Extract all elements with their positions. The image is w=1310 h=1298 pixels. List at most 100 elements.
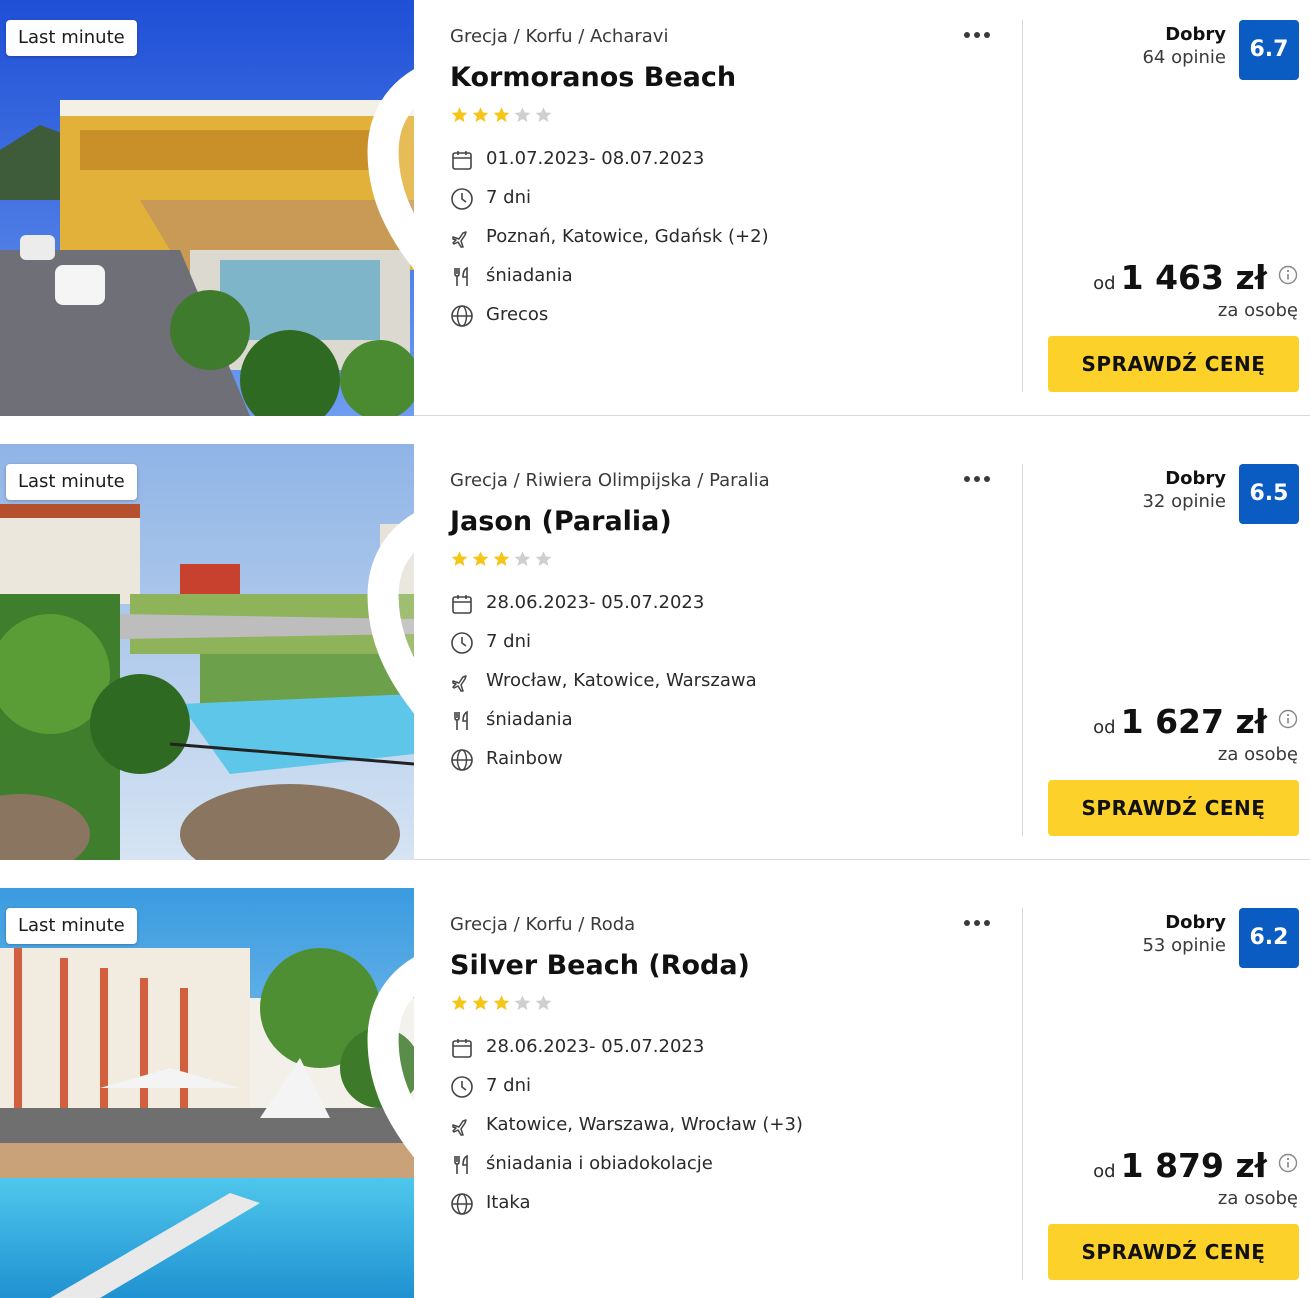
calendar-icon [452, 151, 472, 170]
price-amount: 1 463 zł [1120, 258, 1267, 297]
star-filled-icon [451, 995, 468, 1011]
price-block: od 1 463 zł [1093, 258, 1298, 297]
price-unit: za osobę [1217, 300, 1298, 321]
calendar-icon [452, 595, 472, 614]
star-rating [450, 994, 555, 1014]
info-icon[interactable] [1278, 709, 1298, 729]
check-price-button[interactable]: SPRAWDŹ CENĘ [1048, 780, 1299, 836]
clock-icon [451, 632, 473, 654]
check-price-button[interactable]: SPRAWDŹ CENĘ [1048, 336, 1299, 392]
price-prefix: od [1093, 717, 1116, 738]
star-empty-icon [535, 551, 552, 567]
price-block: od 1 879 zł [1093, 1146, 1298, 1185]
star-empty-icon [514, 995, 531, 1011]
airports-text[interactable]: Katowice, Warszawa, Wrocław (+3) [486, 1114, 803, 1135]
more-dots-icon[interactable] [964, 468, 998, 492]
rating-block: Dobry 64 opinie [1142, 24, 1226, 68]
hotel-name[interactable]: Jason (Paralia) [450, 506, 672, 537]
board-text: śniadania i obiadokolacje [486, 1153, 713, 1174]
plane-icon [452, 1119, 467, 1136]
price-unit: za osobę [1217, 744, 1298, 765]
operator-text: Itaka [486, 1192, 531, 1213]
star-filled-icon [451, 107, 468, 123]
rating-block: Dobry 32 opinie [1142, 468, 1226, 512]
airports-text[interactable]: Poznań, Katowice, Gdańsk (+2) [486, 226, 769, 247]
rating-label: Dobry [1165, 468, 1226, 489]
airports-text[interactable]: Wrocław, Katowice, Warszawa [486, 670, 757, 691]
rating-label: Dobry [1165, 912, 1226, 933]
price-prefix: od [1093, 1161, 1116, 1182]
hotel-photo[interactable]: Last minute [0, 888, 414, 1298]
hotel-photo[interactable]: Last minute [0, 0, 414, 416]
cutlery-icon [454, 266, 468, 286]
last-minute-badge: Last minute [6, 908, 137, 944]
heart-icon[interactable] [352, 16, 414, 416]
star-empty-icon [535, 107, 552, 123]
dates-text: 28.06.2023- 05.07.2023 [486, 1036, 705, 1057]
score-badge: 6.2 [1239, 908, 1299, 968]
star-filled-icon [493, 107, 510, 123]
more-dots-icon[interactable] [964, 24, 998, 48]
offer-info: Grecja / Korfu / Acharavi Kormoranos Bea… [450, 0, 1010, 416]
divider [1022, 908, 1023, 1280]
heart-icon[interactable] [352, 460, 414, 860]
breadcrumb[interactable]: Grecja / Korfu / Roda [450, 914, 635, 935]
price-block: od 1 627 zł [1093, 702, 1298, 741]
cutlery-icon [454, 710, 468, 730]
last-minute-badge: Last minute [6, 20, 137, 56]
globe-icon [451, 749, 473, 771]
breadcrumb[interactable]: Grecja / Riwiera Olimpijska / Paralia [450, 470, 770, 491]
info-icon[interactable] [1278, 265, 1298, 285]
board-text: śniadania [486, 709, 573, 730]
calendar-icon [452, 1039, 472, 1058]
star-filled-icon [472, 551, 489, 567]
more-dots-icon[interactable] [964, 912, 998, 936]
heart-icon[interactable] [352, 904, 414, 1298]
offer-info: Grecja / Riwiera Olimpijska / Paralia Ja… [450, 444, 1010, 860]
star-filled-icon [451, 551, 468, 567]
duration-text: 7 dni [486, 187, 532, 208]
star-rating [450, 106, 555, 126]
reviews-count[interactable]: 64 opinie [1142, 47, 1226, 68]
hotel-photo[interactable]: Last minute [0, 444, 414, 860]
last-minute-badge: Last minute [6, 464, 137, 500]
check-price-button[interactable]: SPRAWDŹ CENĘ [1048, 1224, 1299, 1280]
price-unit: za osobę [1217, 1188, 1298, 1209]
star-rating [450, 550, 555, 570]
cutlery-icon [454, 1154, 468, 1174]
score-badge: 6.5 [1239, 464, 1299, 524]
offer-info: Grecja / Korfu / Roda Silver Beach (Roda… [450, 888, 1010, 1298]
clock-icon [451, 188, 473, 210]
hotel-name[interactable]: Kormoranos Beach [450, 62, 736, 93]
divider [1022, 20, 1023, 392]
offer-card[interactable]: Last minute Grecja / Korfu / Acharavi Ko… [0, 0, 1310, 416]
score-badge: 6.7 [1239, 20, 1299, 80]
breadcrumb[interactable]: Grecja / Korfu / Acharavi [450, 26, 668, 47]
rating-block: Dobry 53 opinie [1142, 912, 1226, 956]
card-divider [414, 859, 1310, 860]
plane-icon [452, 675, 467, 692]
duration-text: 7 dni [486, 631, 532, 652]
operator-text: Grecos [486, 304, 549, 325]
offer-card[interactable]: Last minute Grecja / Korfu / Roda Silver… [0, 888, 1310, 1298]
star-filled-icon [472, 995, 489, 1011]
board-text: śniadania [486, 265, 573, 286]
reviews-count[interactable]: 53 opinie [1142, 935, 1226, 956]
star-filled-icon [472, 107, 489, 123]
price-prefix: od [1093, 273, 1116, 294]
star-filled-icon [493, 995, 510, 1011]
star-empty-icon [514, 107, 531, 123]
price-amount: 1 627 zł [1120, 702, 1267, 741]
info-icon[interactable] [1278, 1153, 1298, 1173]
duration-text: 7 dni [486, 1075, 532, 1096]
hotel-name[interactable]: Silver Beach (Roda) [450, 950, 750, 981]
offer-card[interactable]: Last minute Grecja / Riwiera Olimpijska … [0, 444, 1310, 860]
rating-label: Dobry [1165, 24, 1226, 45]
star-empty-icon [514, 551, 531, 567]
globe-icon [451, 1193, 473, 1215]
globe-icon [451, 305, 473, 327]
price-amount: 1 879 zł [1120, 1146, 1267, 1185]
divider [1022, 464, 1023, 836]
dates-text: 01.07.2023- 08.07.2023 [486, 148, 705, 169]
reviews-count[interactable]: 32 opinie [1142, 491, 1226, 512]
